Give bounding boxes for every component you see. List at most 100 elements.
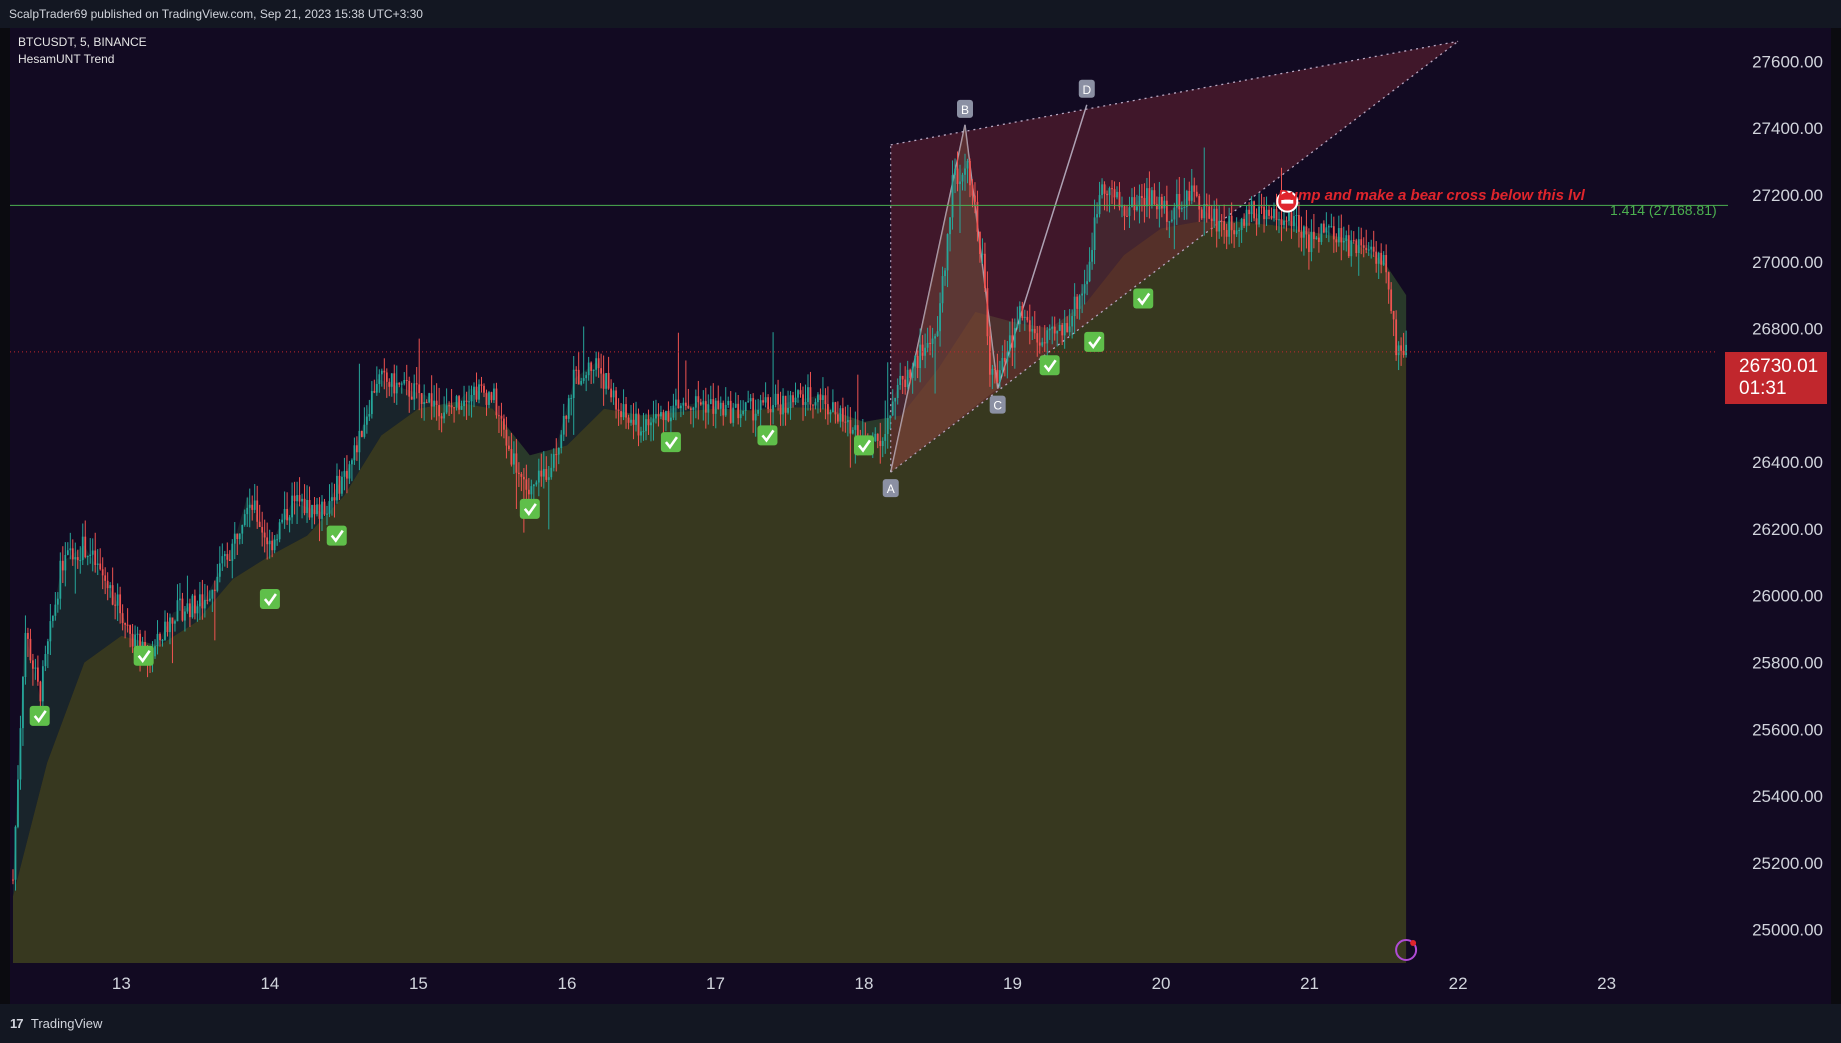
candle-body — [617, 409, 620, 412]
candle-body — [1382, 255, 1385, 265]
tradingview-logo-icon[interactable]: 17 — [10, 1016, 24, 1031]
candle-body — [600, 368, 603, 374]
symbol-label[interactable]: BTCUSDT, 5, BINANCE — [18, 34, 147, 51]
chart-pane[interactable]: A B C D 25000.00 25200.00 25400.00 25600.00 2580… — [10, 28, 1831, 1004]
candle-body — [767, 397, 770, 410]
candle-body — [1138, 195, 1141, 207]
candle-body — [1342, 241, 1345, 243]
candle-body — [951, 175, 954, 218]
candle-body — [1153, 190, 1156, 205]
candle-body — [979, 231, 981, 254]
candle-body — [213, 589, 216, 591]
candle-body — [1148, 188, 1151, 206]
candle-body — [1367, 249, 1370, 251]
candle-body — [131, 633, 134, 647]
candle-body — [59, 560, 62, 599]
candle-body — [119, 594, 122, 614]
candle-body — [1173, 207, 1176, 220]
candle-body — [1141, 195, 1143, 198]
candle-body — [1230, 215, 1233, 231]
indicator-label[interactable]: HesamUNT Trend — [18, 51, 147, 68]
candle-body — [410, 396, 413, 400]
candle-body — [974, 195, 976, 202]
candle-body — [375, 384, 378, 393]
candle-body — [39, 681, 42, 702]
candle-body — [1223, 220, 1226, 231]
candle-body — [370, 391, 373, 415]
candle-body — [1372, 246, 1375, 252]
candle-body — [328, 501, 331, 514]
candle-body — [1260, 206, 1263, 208]
candle-body — [291, 495, 293, 518]
candle-body — [844, 421, 847, 423]
price-chart[interactable]: A B C D 25000.00 25200.00 25400.00 25600.00 2580… — [10, 28, 1831, 1004]
candle-body — [642, 431, 645, 433]
candle-body — [435, 400, 438, 406]
candle-body — [889, 415, 892, 419]
candle-body — [1285, 220, 1288, 222]
candle-body — [184, 611, 186, 621]
candle-body — [69, 548, 72, 551]
candle-body — [822, 395, 824, 400]
candle-body — [572, 369, 575, 398]
candle-body — [752, 398, 755, 421]
candle-body — [904, 379, 907, 388]
candle-body — [1146, 188, 1148, 207]
candle-body — [390, 373, 393, 387]
candle-body — [1233, 230, 1236, 235]
candle-body — [592, 369, 595, 371]
x-axis-tick-label: 23 — [1597, 974, 1616, 993]
candle-body — [839, 408, 842, 422]
candle-body — [1295, 215, 1298, 217]
candle-body — [296, 495, 298, 502]
candle-body — [854, 425, 857, 430]
candle-body — [1320, 223, 1323, 243]
candle-body — [515, 453, 518, 473]
candle-body — [742, 410, 745, 415]
last-price-value: 26730.01 — [1739, 356, 1819, 377]
candle-body — [1300, 231, 1303, 238]
candle-body — [744, 402, 747, 411]
candle-body — [71, 548, 74, 560]
candle-body — [27, 632, 29, 639]
chart-annotation-text[interactable]: Dump and make a bear cross below this lv… — [1278, 187, 1585, 204]
candle-body — [1071, 316, 1074, 327]
candle-body — [577, 369, 580, 385]
candle-body — [555, 454, 558, 456]
tradingview-brand[interactable]: TradingView — [31, 1016, 103, 1031]
candle-body — [154, 646, 156, 657]
candle-body — [961, 174, 964, 182]
candle-body — [498, 415, 500, 417]
candle-body — [989, 336, 991, 375]
candle-body — [41, 666, 44, 702]
candle-body — [832, 402, 834, 412]
candle-body — [1086, 281, 1089, 285]
candle-body — [346, 470, 348, 479]
candle-body — [301, 498, 303, 502]
candle-body — [326, 513, 328, 515]
candle-body — [851, 429, 854, 434]
candle-body — [418, 384, 421, 394]
buy-signal-check-icon — [660, 432, 681, 453]
candle-body — [530, 486, 533, 495]
candle-body — [286, 508, 289, 521]
candle-body — [1298, 215, 1300, 232]
candle-body — [650, 422, 652, 426]
x-axis-tick-label: 16 — [557, 974, 576, 993]
candle-body — [1290, 212, 1293, 227]
candle-body — [1395, 319, 1398, 356]
candle-body — [630, 419, 632, 423]
candle-body — [1091, 249, 1093, 262]
candle-body — [1101, 184, 1103, 196]
candle-body — [321, 501, 323, 519]
candle-body — [84, 536, 87, 558]
candle-body — [996, 369, 999, 382]
candle-body — [1268, 209, 1270, 216]
candle-body — [747, 401, 750, 403]
candle-body — [385, 372, 388, 382]
buy-signal-check-icon — [259, 589, 280, 610]
candle-body — [161, 639, 164, 641]
candle-body — [1078, 295, 1081, 309]
candle-body — [12, 879, 14, 881]
candle-body — [1208, 206, 1211, 219]
